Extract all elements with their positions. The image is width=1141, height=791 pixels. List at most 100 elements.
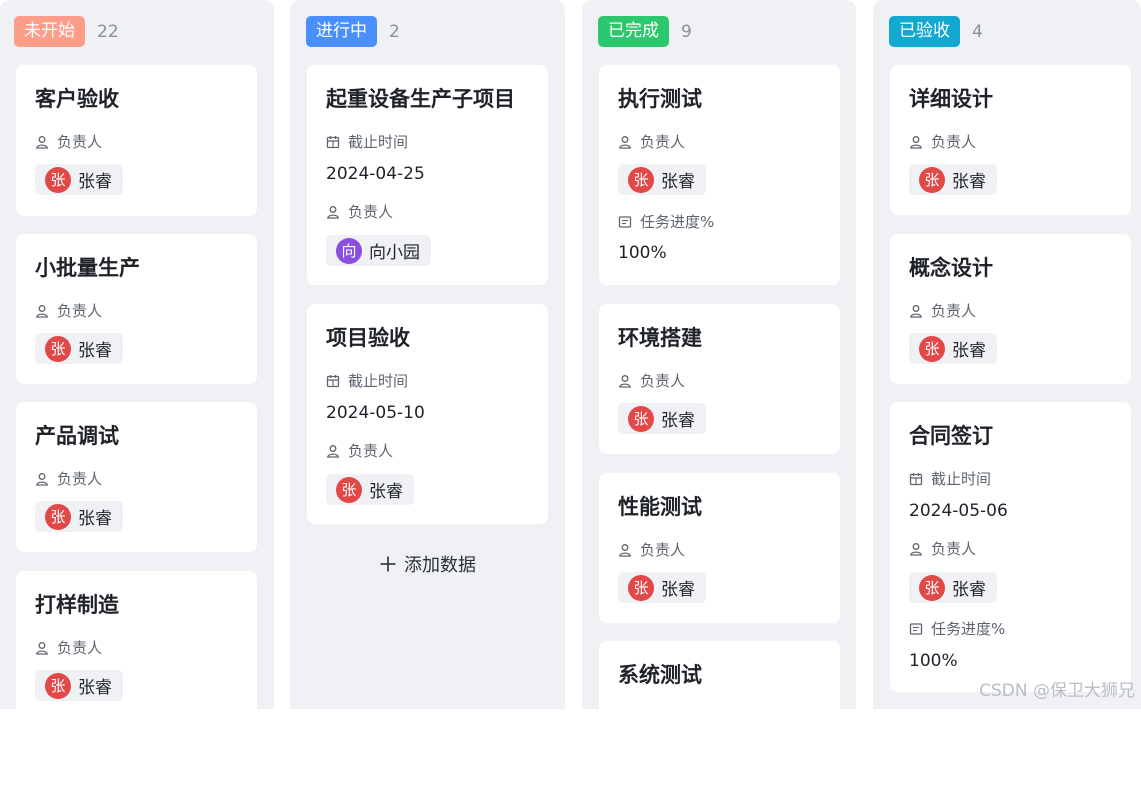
task-card[interactable]: 客户验收 负责人 张 张睿 [16, 65, 257, 216]
card-title: 执行测试 [618, 87, 702, 111]
task-card[interactable]: 合同签订 截止时间 2024-05-06 负责人 张 张睿 任务进度% 100% [890, 402, 1131, 692]
owner-label: 负责人 [326, 202, 393, 222]
progress-value: 100% [618, 243, 667, 263]
task-card[interactable]: 产品调试 负责人 张 张睿 [16, 402, 257, 552]
owner-name: 张睿 [661, 411, 695, 431]
card-count: 9 [681, 21, 692, 42]
owner-label: 负责人 [326, 441, 393, 461]
progress-label: 任务进度% [618, 212, 714, 232]
task-card[interactable]: 系统测试 [599, 641, 840, 791]
card-title: 项目验收 [326, 326, 410, 350]
progress-value: 100% [909, 651, 958, 671]
owner-label: 负责人 [618, 132, 685, 152]
owner-name: 张睿 [369, 482, 403, 502]
card-title: 客户验收 [35, 87, 119, 111]
deadline-value: 2024-04-25 [326, 164, 425, 184]
task-card[interactable]: 性能测试 负责人 张 张睿 [599, 473, 840, 623]
column-header: 未开始 22 [14, 16, 119, 47]
owner-chip[interactable]: 向 向小园 [326, 235, 431, 266]
card-title: 概念设计 [909, 256, 993, 280]
owner-chip[interactable]: 张 张睿 [909, 333, 997, 364]
column-not-started: 未开始 22 客户验收 负责人 张 张睿 小批量生产 负责人 张 张睿 产品调试… [0, 0, 274, 721]
card-count: 4 [972, 21, 983, 42]
owner-name: 张睿 [78, 678, 112, 698]
card-title: 打样制造 [35, 593, 119, 617]
owner-label: 负责人 [35, 301, 102, 321]
avatar: 张 [919, 574, 945, 601]
add-data-label: 添加数据 [404, 555, 476, 576]
card-title: 详细设计 [909, 87, 993, 111]
column-accepted: 已验收 4 详细设计 负责人 张 张睿 概念设计 负责人 张 张睿 合同签订 截… [873, 0, 1141, 709]
number-field-icon [909, 623, 923, 635]
avatar: 向 [336, 237, 362, 264]
column-in-progress: 进行中 2 起重设备生产子项目 截止时间 2024-04-25 负责人 向 向小… [290, 0, 565, 709]
column-completed: 已完成 9 执行测试 负责人 张 张睿 任务进度% 100% 环境搭建 负责人 … [582, 0, 856, 791]
avatar: 张 [45, 503, 71, 530]
avatar: 张 [628, 405, 654, 432]
owner-label: 负责人 [35, 132, 102, 152]
owner-chip[interactable]: 张 张睿 [618, 572, 706, 603]
owner-chip[interactable]: 张 张睿 [326, 474, 414, 505]
deadline-value: 2024-05-06 [909, 501, 1008, 521]
user-icon [327, 445, 339, 458]
task-card[interactable]: 项目验收 截止时间 2024-05-10 负责人 张 张睿 [307, 304, 548, 524]
owner-label: 负责人 [618, 371, 685, 391]
user-icon [36, 473, 48, 486]
calendar-icon [326, 136, 340, 149]
status-tag[interactable]: 未开始 [14, 16, 85, 47]
user-icon [910, 305, 922, 318]
task-card[interactable]: 打样制造 负责人 张 张睿 [16, 571, 257, 721]
add-data-button[interactable]: 添加数据 [379, 551, 476, 577]
deadline-value: 2024-05-10 [326, 403, 425, 423]
task-card[interactable]: 详细设计 负责人 张 张睿 [890, 65, 1131, 215]
owner-chip[interactable]: 张 张睿 [618, 164, 706, 195]
deadline-label: 截止时间 [326, 132, 408, 152]
task-card[interactable]: 小批量生产 负责人 张 张睿 [16, 234, 257, 384]
card-count: 2 [389, 21, 400, 42]
watermark: CSDN @保卫大狮兄 [979, 681, 1135, 701]
owner-name: 张睿 [952, 341, 986, 361]
user-icon [619, 136, 631, 149]
owner-chip[interactable]: 张 张睿 [909, 572, 997, 603]
user-icon [36, 305, 48, 318]
user-icon [910, 136, 922, 149]
owner-name: 张睿 [78, 341, 112, 361]
avatar: 张 [45, 166, 71, 193]
owner-chip[interactable]: 张 张睿 [35, 333, 123, 364]
card-title: 小批量生产 [35, 256, 140, 280]
owner-chip[interactable]: 张 张睿 [35, 164, 123, 195]
owner-name: 张睿 [661, 580, 695, 600]
owner-chip[interactable]: 张 张睿 [35, 670, 123, 701]
owner-chip[interactable]: 张 张睿 [618, 403, 706, 434]
calendar-icon [909, 473, 923, 486]
owner-chip[interactable]: 张 张睿 [35, 501, 123, 532]
status-tag[interactable]: 已完成 [598, 16, 669, 47]
owner-name: 向小园 [369, 243, 420, 263]
task-card[interactable]: 概念设计 负责人 张 张睿 [890, 234, 1131, 384]
card-title: 系统测试 [618, 663, 702, 687]
column-header: 进行中 2 [306, 16, 400, 47]
user-icon [619, 544, 631, 557]
task-card[interactable]: 执行测试 负责人 张 张睿 任务进度% 100% [599, 65, 840, 285]
deadline-label: 截止时间 [909, 469, 991, 489]
card-title: 环境搭建 [618, 326, 702, 350]
owner-chip[interactable]: 张 张睿 [909, 164, 997, 195]
owner-label: 负责人 [909, 539, 976, 559]
user-icon [36, 136, 48, 149]
user-icon [910, 543, 922, 556]
owner-name: 张睿 [78, 509, 112, 529]
progress-label: 任务进度% [909, 619, 1005, 639]
owner-label: 负责人 [909, 132, 976, 152]
task-card[interactable]: 起重设备生产子项目 截止时间 2024-04-25 负责人 向 向小园 [307, 65, 548, 285]
deadline-label: 截止时间 [326, 371, 408, 391]
owner-label: 负责人 [909, 301, 976, 321]
avatar: 张 [45, 335, 71, 362]
column-header: 已完成 9 [598, 16, 692, 47]
column-header: 已验收 4 [889, 16, 983, 47]
owner-name: 张睿 [952, 580, 986, 600]
card-title: 合同签订 [909, 424, 993, 448]
card-title: 产品调试 [35, 424, 119, 448]
status-tag[interactable]: 进行中 [306, 16, 377, 47]
status-tag[interactable]: 已验收 [889, 16, 960, 47]
task-card[interactable]: 环境搭建 负责人 张 张睿 [599, 304, 840, 454]
